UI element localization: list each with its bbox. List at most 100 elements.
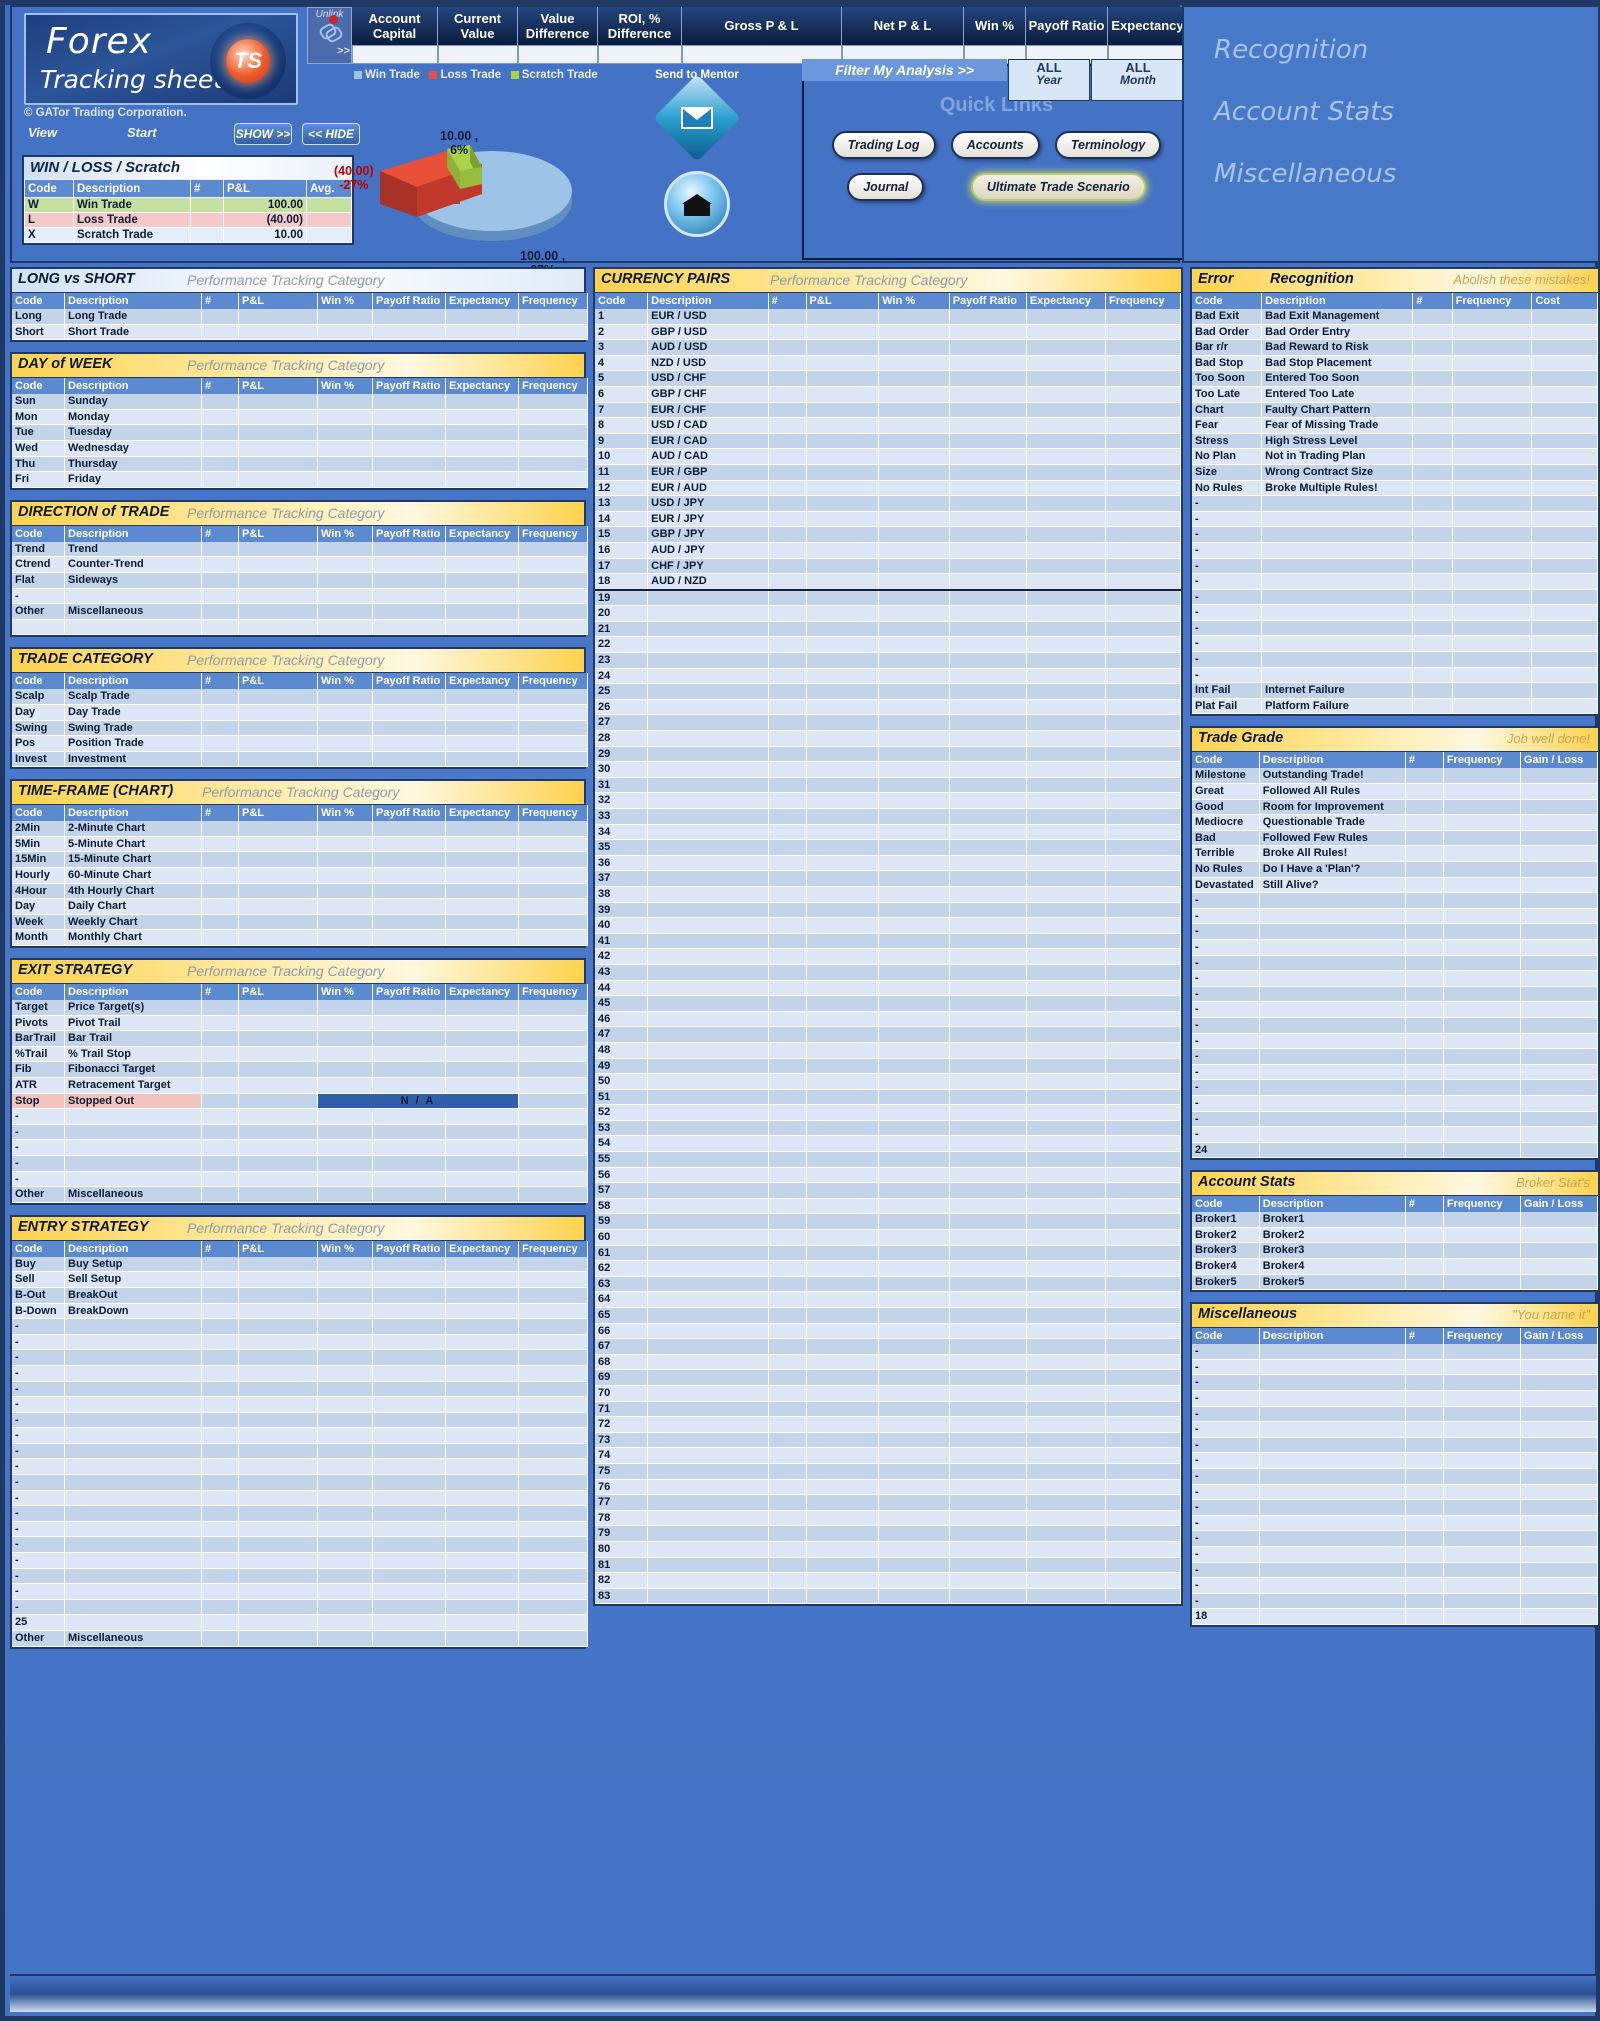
cell-value[interactable] <box>238 1381 318 1398</box>
cell-value[interactable] <box>1105 824 1181 841</box>
cell-value[interactable] <box>806 964 880 981</box>
cell-value[interactable] <box>1405 892 1444 909</box>
table-row[interactable]: Broker4 Broker4 <box>1192 1258 1599 1275</box>
cell-value[interactable] <box>518 836 588 853</box>
cell-value[interactable] <box>317 424 373 441</box>
cell-value[interactable] <box>201 929 239 947</box>
cell-value[interactable] <box>372 1155 446 1172</box>
cell-value[interactable] <box>1531 558 1598 575</box>
cell-value[interactable] <box>1105 1525 1181 1542</box>
table-row[interactable]: Tue Tuesday <box>12 424 588 441</box>
table-row[interactable]: - <box>1192 1344 1599 1360</box>
cell-value[interactable] <box>806 1073 880 1090</box>
cell-value[interactable] <box>768 370 807 387</box>
cell-value[interactable] <box>201 898 239 915</box>
table-row[interactable]: 49 <box>595 1058 1181 1075</box>
cell-value[interactable] <box>1105 480 1181 497</box>
cell-value[interactable] <box>1105 652 1181 669</box>
cell-value[interactable] <box>518 1271 588 1288</box>
table-row[interactable]: 15 GBP / JPY <box>595 526 1181 543</box>
cell-value[interactable] <box>518 1124 588 1141</box>
cell-value[interactable] <box>238 1171 318 1188</box>
cell-value[interactable] <box>949 1447 1027 1464</box>
table-row[interactable]: 47 <box>595 1026 1181 1043</box>
cell-value[interactable] <box>201 409 239 426</box>
cell-value[interactable] <box>1443 861 1521 878</box>
cell-value[interactable] <box>1405 986 1444 1003</box>
table-row[interactable]: - <box>12 1396 588 1413</box>
cell-value[interactable] <box>1405 908 1444 925</box>
cell-value[interactable] <box>806 730 880 747</box>
cell-value[interactable] <box>1443 1499 1521 1516</box>
cell-value[interactable] <box>372 851 446 869</box>
filter-month-select[interactable]: ALL Month <box>1091 59 1185 101</box>
table-row[interactable]: 4 NZD / USD <box>595 355 1181 372</box>
cell-value[interactable] <box>949 917 1027 934</box>
cell-value[interactable] <box>317 1155 373 1172</box>
cell-value[interactable] <box>806 1323 880 1340</box>
cell-value[interactable] <box>201 1443 239 1460</box>
cell-value[interactable] <box>1105 1151 1181 1168</box>
table-row[interactable]: - <box>12 1599 588 1616</box>
cell-value[interactable] <box>768 1182 807 1199</box>
cell-value[interactable] <box>238 440 318 457</box>
cell-value[interactable] <box>1026 1572 1107 1589</box>
table-row[interactable]: 24 <box>595 668 1181 685</box>
cell-value[interactable] <box>949 1416 1027 1433</box>
cell-value[interactable] <box>317 1583 373 1600</box>
table-row[interactable]: - <box>1192 1452 1599 1469</box>
cell-value[interactable] <box>878 1572 950 1589</box>
table-row[interactable]: - <box>12 1568 588 1585</box>
cell-value[interactable] <box>445 1171 519 1188</box>
cell-value[interactable] <box>1443 1079 1521 1096</box>
table-row[interactable]: - <box>12 1318 588 1335</box>
cell-value[interactable] <box>518 394 588 410</box>
cell-value[interactable] <box>806 526 880 543</box>
cell-value[interactable] <box>1105 699 1181 716</box>
cell-value[interactable] <box>372 1599 446 1616</box>
cell-value[interactable] <box>1026 480 1107 497</box>
cell-value[interactable] <box>518 689 588 705</box>
cell-value[interactable] <box>806 1042 880 1059</box>
cell-value[interactable] <box>1405 1359 1444 1376</box>
table-row[interactable]: Thu Thursday <box>12 456 588 473</box>
cell-value[interactable] <box>949 1104 1027 1121</box>
cell-value[interactable] <box>1026 1385 1107 1402</box>
cell-value[interactable] <box>238 1583 318 1600</box>
cell-value[interactable] <box>1443 1608 1521 1625</box>
cell-value[interactable] <box>518 309 588 325</box>
cell-value[interactable] <box>768 1026 807 1043</box>
table-row[interactable]: - <box>1192 495 1598 512</box>
cell-value[interactable] <box>878 402 950 419</box>
cell-value[interactable] <box>1412 433 1453 450</box>
cell-value[interactable] <box>949 1245 1027 1262</box>
cell-value[interactable] <box>201 1093 239 1110</box>
table-row[interactable]: - <box>1192 558 1598 575</box>
cell-value[interactable] <box>1026 777 1107 794</box>
table-row[interactable]: - <box>12 1108 588 1125</box>
cell-value[interactable] <box>238 1349 318 1366</box>
cell-value[interactable] <box>806 1354 880 1371</box>
cell-value[interactable] <box>806 309 880 325</box>
cell-value[interactable] <box>1105 1510 1181 1527</box>
cell-value[interactable] <box>806 1588 880 1605</box>
table-row[interactable]: Target Price Target(s) <box>12 1000 588 1016</box>
cell-value[interactable] <box>317 556 373 573</box>
cell-value[interactable] <box>518 603 588 620</box>
cell-value[interactable] <box>806 824 880 841</box>
cell-value[interactable] <box>238 619 318 636</box>
table-row[interactable]: 17 CHF / JPY <box>595 558 1181 575</box>
cell-value[interactable] <box>317 603 373 620</box>
cell-value[interactable] <box>1443 1064 1521 1081</box>
cell-value[interactable] <box>806 668 880 685</box>
table-row[interactable]: - <box>1192 955 1599 972</box>
cell-value[interactable] <box>1105 339 1181 356</box>
table-row[interactable]: 62 <box>595 1260 1181 1277</box>
cell-value[interactable] <box>201 1412 239 1429</box>
cell-value[interactable] <box>878 777 950 794</box>
table-row[interactable]: L Loss Trade (40.00) <box>24 212 352 228</box>
cell-value[interactable] <box>949 480 1027 497</box>
cell-value[interactable] <box>518 1077 588 1094</box>
table-row[interactable]: Fear Fear of Missing Trade <box>1192 417 1598 434</box>
cell-value[interactable] <box>878 668 950 685</box>
